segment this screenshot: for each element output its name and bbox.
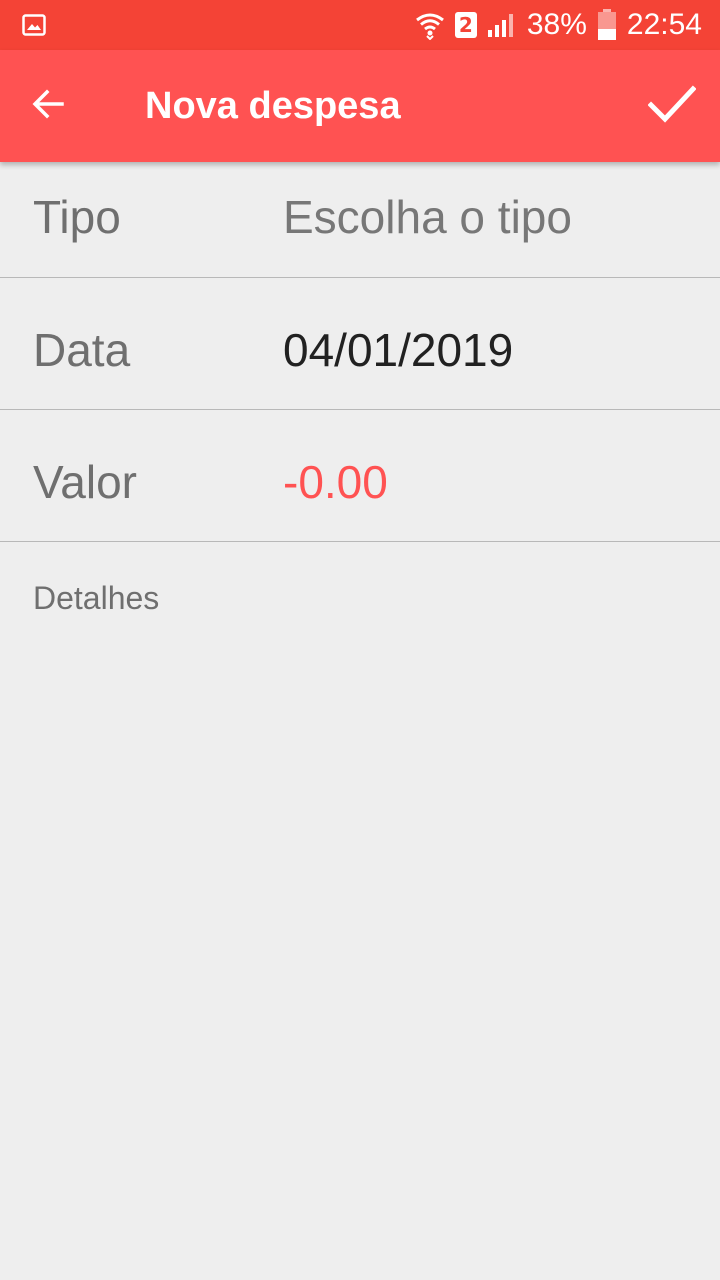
battery-icon bbox=[597, 9, 617, 41]
status-bar: 2 38% 22:54 bbox=[0, 0, 720, 50]
back-button[interactable] bbox=[20, 78, 76, 134]
amount-row[interactable]: Valor -0.00 bbox=[0, 410, 720, 542]
page-title: Nova despesa bbox=[145, 85, 401, 127]
check-icon bbox=[647, 84, 697, 129]
type-select[interactable]: Escolha o tipo bbox=[283, 190, 572, 244]
wifi-icon bbox=[415, 10, 445, 40]
arrow-back-icon bbox=[30, 86, 66, 127]
type-label: Tipo bbox=[33, 191, 121, 243]
confirm-button[interactable] bbox=[642, 76, 702, 136]
amount-label: Valor bbox=[33, 456, 137, 508]
image-icon bbox=[22, 13, 46, 37]
sim-icon: 2 bbox=[454, 12, 477, 38]
clock: 22:54 bbox=[626, 8, 702, 41]
date-row[interactable]: Data 04/01/2019 bbox=[0, 278, 720, 410]
amount-field[interactable]: -0.00 bbox=[283, 455, 388, 509]
date-label: Data bbox=[33, 324, 131, 376]
type-row[interactable]: Tipo Escolha o tipo bbox=[0, 162, 720, 278]
signal-icon bbox=[487, 12, 517, 38]
details-field[interactable]: Detalhes bbox=[33, 580, 159, 617]
app-bar: Nova despesa bbox=[0, 50, 720, 162]
date-field[interactable]: 04/01/2019 bbox=[283, 323, 513, 377]
expense-form: Tipo Escolha o tipo Data 04/01/2019 Valo… bbox=[0, 162, 720, 542]
status-icons: 2 38% 22:54 bbox=[415, 0, 702, 50]
battery-percent: 38% bbox=[526, 8, 587, 41]
